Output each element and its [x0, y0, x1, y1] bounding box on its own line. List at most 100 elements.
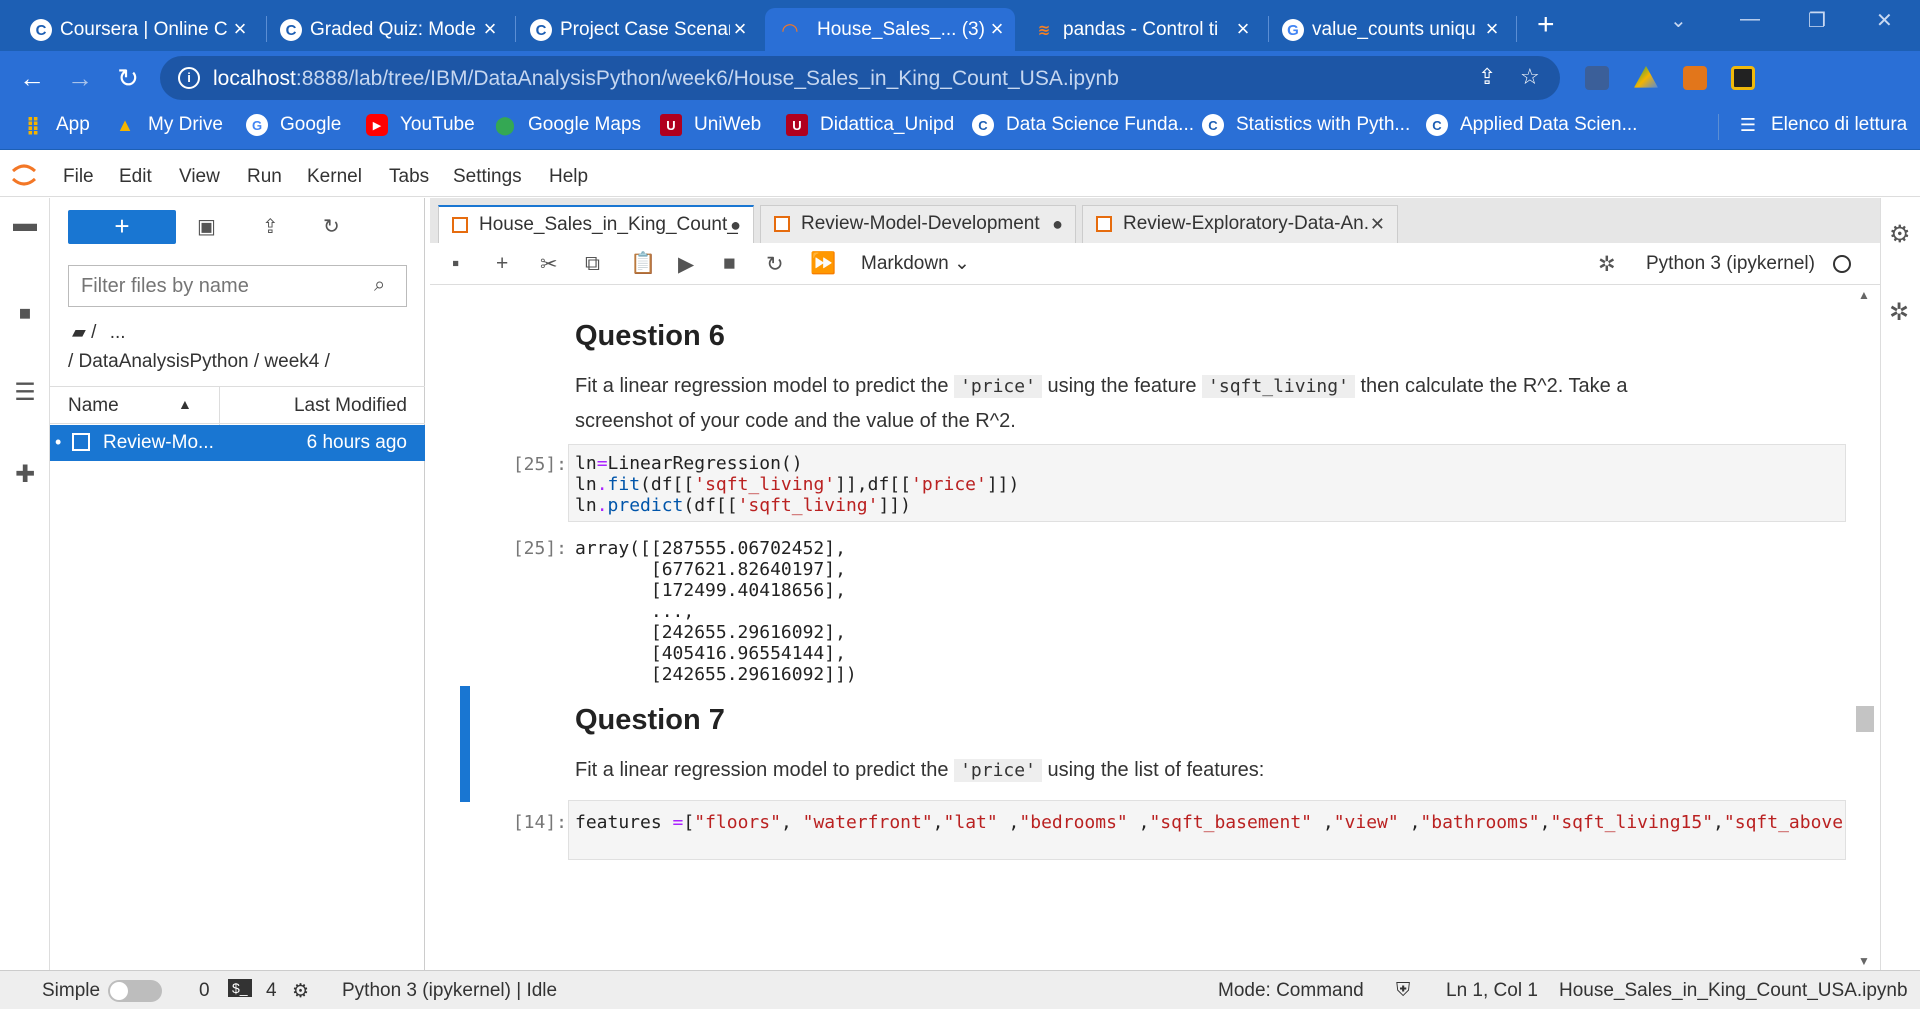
bookmark-applied-data-science[interactable]: C Applied Data Scien... [1426, 114, 1637, 136]
bookmark-youtube[interactable]: ▶ YouTube [366, 114, 475, 136]
close-tab-icon[interactable]: × [985, 16, 1009, 42]
interrupt-kernel-icon[interactable]: ■ [723, 252, 736, 276]
back-arrow-icon[interactable]: ← [17, 63, 47, 94]
bookmark-google-maps[interactable]: ⬤ Google Maps [494, 114, 641, 136]
scroll-up-icon[interactable]: ▲ [1858, 288, 1870, 302]
extension-icon[interactable] [1585, 66, 1609, 90]
bookmark-app[interactable]: ⣿ App [22, 114, 90, 136]
cell-type-select[interactable]: Markdown ⌄ [861, 252, 970, 275]
doc-tab-review-model-development[interactable]: Review-Model-Development ● [760, 205, 1076, 243]
bookmark-my-drive[interactable]: ▲ My Drive [114, 114, 223, 136]
bookmark-statistics-with-python[interactable]: C Statistics with Pyth... [1202, 114, 1410, 136]
run-all-icon[interactable]: ⏩ [810, 252, 836, 276]
property-inspector-gears-icon[interactable]: ⚙ [1889, 220, 1911, 249]
browser-tab[interactable]: ≋ pandas - Control ti × [1033, 8, 1255, 51]
unsaved-dot-icon[interactable]: ● [1052, 206, 1063, 242]
bookmark-google[interactable]: G Google [246, 114, 341, 136]
browser-tab[interactable]: C Coursera | Online C × [30, 8, 252, 51]
doc-tab-review-exploratory[interactable]: Review-Exploratory-Data-An. ✕ [1082, 205, 1398, 243]
breadcrumb[interactable]: / DataAnalysisPython / week4 / [68, 351, 330, 373]
simple-mode-toggle[interactable] [108, 980, 162, 1002]
notebook-cells[interactable]: Question 6 Fit a linear regression model… [430, 286, 1850, 970]
paste-icon[interactable]: 📋 [630, 252, 656, 276]
site-info-icon[interactable]: i [178, 67, 200, 89]
debugger-bug-icon[interactable]: ✲ [1889, 298, 1909, 327]
column-last-modified[interactable]: Last Modified [294, 395, 407, 417]
column-separator[interactable] [219, 387, 220, 425]
reading-list[interactable]: ☰ Elenco di lettura [1737, 114, 1907, 136]
menu-kernel[interactable]: Kernel [307, 166, 362, 188]
sort-ascending-icon[interactable]: ▲ [178, 396, 192, 412]
close-tab-icon[interactable]: × [228, 16, 252, 42]
menu-help[interactable]: Help [549, 166, 588, 188]
filter-files-input[interactable] [68, 265, 407, 307]
terminal-icon[interactable]: $_ [228, 979, 252, 997]
running-kernels-icon[interactable]: ⏹ [12, 300, 38, 328]
trusted-shield-icon[interactable]: ⛨ [1396, 980, 1410, 1002]
browser-tab[interactable]: C Graded Quiz: Mode × [280, 8, 502, 51]
table-of-contents-icon[interactable]: ☰ [12, 378, 38, 407]
restart-kernel-icon[interactable]: ↻ [766, 252, 784, 277]
kernel-count[interactable]: 4 [266, 980, 277, 1002]
scroll-down-icon[interactable]: ▼ [1858, 954, 1870, 968]
reload-icon[interactable]: ↻ [113, 63, 143, 94]
browser-tab-active[interactable]: ◠ House_Sales_... (3) × [765, 8, 1015, 51]
notebook-scrollbar[interactable]: ▲ ▼ [1850, 286, 1880, 970]
code-cell[interactable]: features =["floors", "waterfront","lat" … [568, 800, 1846, 860]
save-icon[interactable]: ▪ [452, 252, 459, 276]
metamask-icon[interactable] [1683, 66, 1707, 90]
menu-settings[interactable]: Settings [453, 166, 522, 188]
menu-tabs[interactable]: Tabs [389, 166, 429, 188]
refresh-icon[interactable]: ↻ [323, 214, 340, 239]
insert-cell-icon[interactable]: + [496, 252, 508, 276]
address-bar[interactable]: i localhost:8888/lab/tree/IBM/DataAnalys… [160, 56, 1560, 100]
debugger-icon[interactable]: ✲ [1598, 252, 1616, 277]
url-text[interactable]: localhost:8888/lab/tree/IBM/DataAnalysis… [213, 67, 1119, 91]
close-icon[interactable]: ✕ [1370, 206, 1385, 242]
close-tab-icon[interactable]: × [728, 16, 752, 42]
upload-icon[interactable]: ⇪ [262, 214, 279, 239]
terminal-count[interactable]: 0 [199, 980, 210, 1002]
code-cell[interactable]: ln=LinearRegression() ln.fit(df[['sqft_l… [568, 444, 1846, 522]
unsaved-dot-icon[interactable]: ● [730, 207, 741, 243]
restore-icon[interactable]: ❐ [1808, 8, 1826, 33]
copy-icon[interactable]: ⧉ [585, 252, 600, 276]
cut-icon[interactable]: ✂ [540, 252, 558, 277]
doc-tab-house-sales[interactable]: House_Sales_in_King_Count_ ● [438, 205, 754, 243]
menu-edit[interactable]: Edit [119, 166, 152, 188]
active-cell-collapser[interactable] [460, 686, 470, 802]
kernel-name[interactable]: Python 3 (ipykernel) [1646, 253, 1815, 275]
folder-home-icon[interactable]: ▰ [72, 322, 86, 342]
close-window-icon[interactable]: ✕ [1876, 8, 1893, 33]
menu-view[interactable]: View [179, 166, 220, 188]
minimize-icon[interactable]: — [1740, 8, 1760, 31]
cursor-position[interactable]: Ln 1, Col 1 [1446, 980, 1538, 1002]
bookmark-didattica-unipd[interactable]: U Didattica_Unipd [786, 114, 954, 136]
share-icon[interactable]: ⇪ [1478, 64, 1496, 90]
bookmark-star-icon[interactable]: ☆ [1520, 64, 1540, 90]
new-tab-icon[interactable]: + [1537, 8, 1555, 42]
tab-search-icon[interactable]: ⌄ [1670, 8, 1687, 33]
forward-arrow-icon[interactable]: → [65, 63, 95, 94]
column-name[interactable]: Name [68, 395, 119, 417]
extension-manager-icon[interactable]: ✚ [12, 460, 38, 489]
run-cell-icon[interactable]: ▶ [678, 252, 694, 277]
new-launcher-button[interactable]: + [68, 210, 176, 244]
close-tab-icon[interactable]: × [478, 16, 502, 42]
menu-run[interactable]: Run [247, 166, 282, 188]
google-drive-icon[interactable] [1634, 66, 1658, 88]
file-list-item[interactable]: • Review-Mo... 6 hours ago [50, 425, 425, 461]
binance-icon[interactable] [1731, 66, 1755, 90]
close-tab-icon[interactable]: × [1480, 16, 1504, 42]
bookmark-uniweb[interactable]: U UniWeb [660, 114, 761, 136]
folder-icon[interactable]: ▬ [12, 210, 38, 238]
new-folder-icon[interactable]: ▣ [197, 214, 216, 239]
browser-tab[interactable]: C Project Case Scenar × [530, 8, 752, 51]
bookmark-data-science-fundamentals[interactable]: C Data Science Funda... [972, 114, 1194, 136]
close-tab-icon[interactable]: × [1231, 16, 1255, 42]
kernel-status[interactable]: Python 3 (ipykernel) | Idle [342, 980, 557, 1002]
scrollbar-thumb[interactable] [1856, 706, 1874, 732]
browser-tab[interactable]: G value_counts uniqu × [1282, 8, 1504, 51]
menu-file[interactable]: File [63, 166, 94, 188]
kernel-chip-icon[interactable]: ⚙ [292, 980, 309, 1003]
